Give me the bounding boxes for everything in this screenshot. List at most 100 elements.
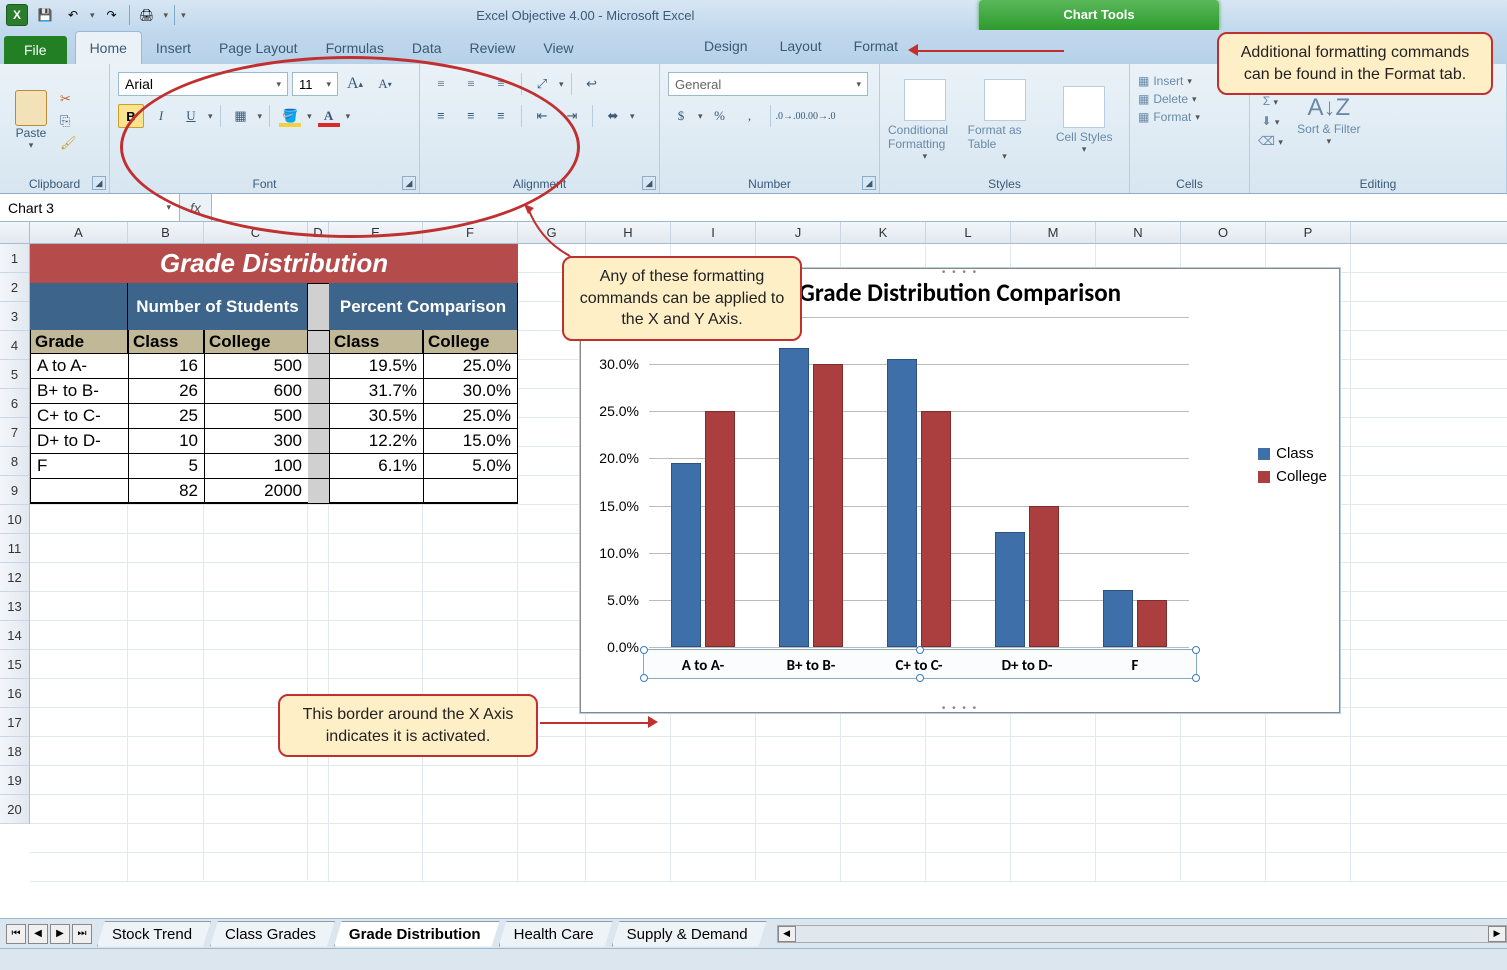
table-cell[interactable]: 5 <box>128 454 204 479</box>
font-color-button[interactable]: A <box>316 104 342 128</box>
row-header-16[interactable]: 16 <box>0 679 29 708</box>
align-bottom-icon[interactable]: ≡ <box>488 72 514 96</box>
merge-center-button[interactable]: ⬌ <box>600 104 626 128</box>
tab-insert[interactable]: Insert <box>142 32 205 64</box>
tab-formulas[interactable]: Formulas <box>312 32 398 64</box>
table-cell[interactable]: C+ to C- <box>30 404 128 429</box>
table-cell[interactable]: 500 <box>204 404 308 429</box>
row-header-18[interactable]: 18 <box>0 737 29 766</box>
excel-icon[interactable]: X <box>6 4 28 26</box>
print-preview-icon[interactable]: 🖨 <box>136 4 158 26</box>
sheet-tab[interactable]: Class Grades <box>210 921 335 947</box>
increase-indent-icon[interactable]: ⇥ <box>559 104 585 128</box>
table-cell[interactable]: 6.1% <box>329 454 423 479</box>
sheet-tab[interactable]: Health Care <box>499 921 613 947</box>
formula-bar-input[interactable] <box>211 194 1507 221</box>
tab-file[interactable]: File <box>4 36 67 64</box>
font-name-combo[interactable]: Arial▾ <box>118 72 288 96</box>
sort-filter-button[interactable]: A↓ZSort & Filter▾ <box>1289 94 1369 147</box>
font-size-combo[interactable]: 11▾ <box>292 72 338 96</box>
qat-dropdown[interactable]: ▾ <box>164 10 169 21</box>
table-cell[interactable]: 30.0% <box>423 379 518 404</box>
tab-view[interactable]: View <box>529 32 587 64</box>
table-cell[interactable]: 19.5% <box>329 354 423 379</box>
sheet-nav-first[interactable]: ⏮ <box>6 924 26 944</box>
undo-dropdown[interactable]: ▾ <box>90 10 95 21</box>
cell-styles-button[interactable]: Cell Styles▾ <box>1047 86 1121 155</box>
sheet-tab[interactable]: Stock Trend <box>97 921 211 947</box>
table-cell[interactable]: 100 <box>204 454 308 479</box>
row-header-15[interactable]: 15 <box>0 650 29 679</box>
decrease-font-icon[interactable]: A▾ <box>372 72 398 96</box>
format-cells-button[interactable]: ▦ Format ▾ <box>1138 110 1241 124</box>
col-header-I[interactable]: I <box>671 222 756 243</box>
col-header-P[interactable]: P <box>1266 222 1351 243</box>
chart-bar[interactable] <box>1137 600 1167 647</box>
table-cell[interactable]: 500 <box>204 354 308 379</box>
row-header-8[interactable]: 8 <box>0 447 29 476</box>
chart-bar[interactable] <box>921 411 951 647</box>
underline-button[interactable]: U <box>178 104 204 128</box>
row-header-1[interactable]: 1 <box>0 244 29 273</box>
orientation-icon[interactable]: ⤢ <box>529 72 555 96</box>
chart-bar[interactable] <box>887 359 917 647</box>
tab-review[interactable]: Review <box>456 32 530 64</box>
col-header-M[interactable]: M <box>1011 222 1096 243</box>
redo-icon[interactable]: ↷ <box>101 4 123 26</box>
save-icon[interactable]: 💾 <box>34 4 56 26</box>
fill-icon[interactable]: ⬇ ▾ <box>1261 114 1279 128</box>
chart-bar[interactable] <box>705 411 735 647</box>
col-header-K[interactable]: K <box>841 222 926 243</box>
table-cell[interactable]: B+ to B- <box>30 379 128 404</box>
sheet-tab[interactable]: Supply & Demand <box>612 921 767 947</box>
table-cell[interactable]: 25 <box>128 404 204 429</box>
chart-bar[interactable] <box>995 532 1025 647</box>
copy-icon[interactable]: ⎘ <box>60 113 77 129</box>
row-header-2[interactable]: 2 <box>0 273 29 302</box>
format-as-table-button[interactable]: Format as Table▾ <box>968 79 1042 162</box>
col-header-J[interactable]: J <box>756 222 841 243</box>
row-header-3[interactable]: 3 <box>0 302 29 331</box>
chart-legend[interactable]: ClassCollege <box>1258 439 1327 491</box>
table-cell[interactable]: A to A- <box>30 354 128 379</box>
decrease-decimal-icon[interactable]: .00→.0 <box>808 104 834 128</box>
tab-page-layout[interactable]: Page Layout <box>205 32 312 64</box>
row-header-5[interactable]: 5 <box>0 360 29 389</box>
font-dialog-launcher[interactable]: ◢ <box>402 176 416 190</box>
align-top-icon[interactable]: ≡ <box>428 72 454 96</box>
row-header-9[interactable]: 9 <box>0 476 29 505</box>
row-header-11[interactable]: 11 <box>0 534 29 563</box>
table-cell[interactable]: 25.0% <box>423 354 518 379</box>
tab-design[interactable]: Design <box>688 30 764 62</box>
align-center-icon[interactable]: ≡ <box>458 104 484 128</box>
row-header-20[interactable]: 20 <box>0 795 29 824</box>
accounting-format-icon[interactable]: $ <box>668 104 694 128</box>
sheet-tab[interactable]: Grade Distribution <box>334 921 500 947</box>
col-header-H[interactable]: H <box>586 222 671 243</box>
table-cell[interactable]: 31.7% <box>329 379 423 404</box>
increase-font-icon[interactable]: A▴ <box>342 72 368 96</box>
alignment-dialog-launcher[interactable]: ◢ <box>642 176 656 190</box>
row-header-14[interactable]: 14 <box>0 621 29 650</box>
col-header-N[interactable]: N <box>1096 222 1181 243</box>
legend-item[interactable]: Class <box>1258 445 1327 462</box>
fx-icon[interactable]: fx <box>180 200 211 216</box>
clipboard-dialog-launcher[interactable]: ◢ <box>92 176 106 190</box>
hscroll-right-button[interactable]: ▶ <box>1488 926 1506 942</box>
chart-bar[interactable] <box>779 348 809 647</box>
sheet-nav-last[interactable]: ⏭ <box>72 924 92 944</box>
col-header-C[interactable]: C <box>204 222 308 243</box>
col-header-E[interactable]: E <box>329 222 423 243</box>
row-header-12[interactable]: 12 <box>0 563 29 592</box>
row-header-13[interactable]: 13 <box>0 592 29 621</box>
chart-bar[interactable] <box>1029 506 1059 647</box>
italic-button[interactable]: I <box>148 104 174 128</box>
tab-format[interactable]: Format <box>838 30 914 62</box>
row-header-19[interactable]: 19 <box>0 766 29 795</box>
col-header-O[interactable]: O <box>1181 222 1266 243</box>
tab-layout[interactable]: Layout <box>764 30 838 62</box>
table-cell[interactable]: 300 <box>204 429 308 454</box>
number-format-combo[interactable]: General▾ <box>668 72 868 96</box>
chart-bar[interactable] <box>813 364 843 647</box>
chart-move-handle-top[interactable]: • • • • <box>942 267 978 278</box>
